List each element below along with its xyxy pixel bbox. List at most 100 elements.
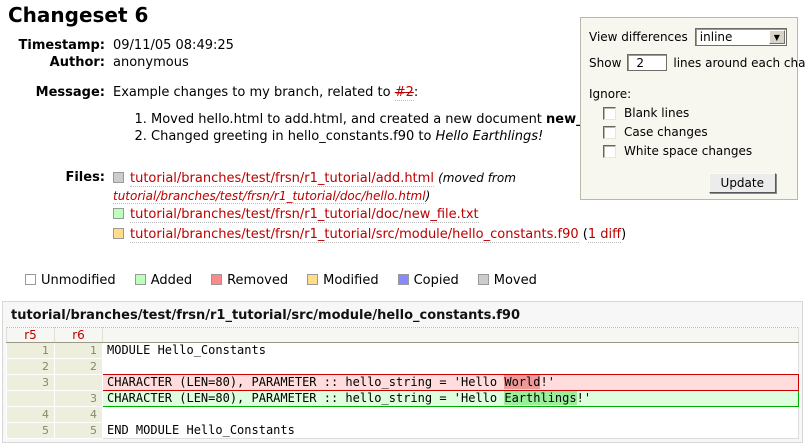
paren-close: ) <box>621 227 626 242</box>
new-revision-link[interactable]: r6 <box>72 328 85 342</box>
file-entry-added: tutorial/branches/test/frsn/r1_tutorial/… <box>113 206 626 224</box>
legend-label: Removed <box>227 273 288 288</box>
diff-file-header: tutorial/branches/test/frsn/r1_tutorial/… <box>3 302 802 327</box>
code-text: MODULE Hello_Constants <box>107 343 266 357</box>
author-value: anonymous <box>113 54 189 71</box>
old-lineno: 5 <box>7 423 55 439</box>
added-text-highlight: Earthlings <box>504 391 576 405</box>
timestamp-label: Timestamp: <box>8 37 105 54</box>
code-line-added: CHARACTER (LEN=80), PARAMETER :: hello_s… <box>103 391 799 407</box>
message-suffix: : <box>414 85 418 100</box>
legend-item-moved: Moved <box>478 274 537 288</box>
diff-code-header <box>103 328 799 343</box>
message-text: Example changes to my branch, related to <box>113 85 395 100</box>
change-note-item: Moved hello.html to add.html, and create… <box>151 111 631 128</box>
note-text: Changed greeting in hello_constants.f90 … <box>151 129 436 144</box>
new-lineno: 1 <box>55 343 103 359</box>
legend-label: Copied <box>414 273 459 288</box>
moved-swatch <box>478 274 489 285</box>
added-swatch <box>135 274 146 285</box>
old-lineno: 3 <box>7 375 55 391</box>
view-differences-select[interactable]: inline ▼ <box>695 28 787 46</box>
new-lineno: 3 <box>55 391 103 407</box>
commit-message: Example changes to my branch, related to… <box>113 84 631 101</box>
legend-item-removed: Removed <box>211 274 288 288</box>
select-value: inline <box>700 30 733 44</box>
blank-lines-option: Blank lines <box>603 106 789 120</box>
blank-lines-label: Blank lines <box>624 106 689 120</box>
case-changes-option: Case changes <box>603 125 789 139</box>
code-text: END MODULE Hello_Constants <box>107 423 295 437</box>
view-differences-row: View differences inline ▼ <box>589 28 789 46</box>
legend-item-added: Added <box>135 274 192 288</box>
context-lines-input[interactable] <box>627 54 667 71</box>
file-entry-modified: tutorial/branches/test/frsn/r1_tutorial/… <box>113 226 626 244</box>
case-changes-checkbox[interactable] <box>603 126 616 139</box>
legend-item-copied: Copied <box>398 274 459 288</box>
diff-row: 1 1 MODULE Hello_Constants <box>7 343 799 359</box>
diff-section: tutorial/branches/test/frsn/r1_tutorial/… <box>2 301 803 443</box>
diff-table: r5 r6 1 1 MODULE Hello_Constants 2 2 3 C… <box>6 327 799 439</box>
diff-options-panel: View differences inline ▼ Show lines aro… <box>580 17 798 200</box>
diff-legend: Unmodified Added Removed Modified Copied… <box>25 274 805 288</box>
note-close: ) <box>426 189 431 203</box>
legend-label: Added <box>151 273 192 288</box>
new-lineno <box>55 375 103 391</box>
diff-header-row: r5 r6 <box>7 328 799 343</box>
old-revision-link[interactable]: r5 <box>24 328 37 342</box>
code-line-removed: CHARACTER (LEN=80), PARAMETER :: hello_s… <box>103 375 799 391</box>
added-chip-icon <box>113 208 124 219</box>
file-list: tutorial/branches/test/frsn/r1_tutorial/… <box>113 169 626 244</box>
file-link-new-file-txt[interactable]: tutorial/branches/test/frsn/r1_tutorial/… <box>130 207 479 223</box>
copied-swatch <box>398 274 409 285</box>
note-greeting: Hello Earthlings! <box>436 129 544 144</box>
whitespace-changes-option: White space changes <box>603 144 789 158</box>
code-line: MODULE Hello_Constants <box>103 343 799 359</box>
message-label: Message: <box>8 84 105 101</box>
moved-from-note: (moved from <box>438 171 516 185</box>
diff-row: 5 5 END MODULE Hello_Constants <box>7 423 799 439</box>
case-changes-label: Case changes <box>624 125 708 139</box>
legend-label: Moved <box>494 273 537 288</box>
code-text: !' <box>540 375 554 389</box>
code-line: END MODULE Hello_Constants <box>103 423 799 439</box>
show-label: Show <box>589 56 621 70</box>
context-lines-row: Show lines around each change <box>589 54 789 71</box>
legend-item-modified: Modified <box>307 274 378 288</box>
old-lineno <box>7 391 55 407</box>
whitespace-changes-label: White space changes <box>624 144 752 158</box>
diff-row-added: 3 CHARACTER (LEN=80), PARAMETER :: hello… <box>7 391 799 407</box>
timestamp-value: 09/11/05 08:49:25 <box>113 37 234 54</box>
new-lineno: 5 <box>55 423 103 439</box>
file-link-hello-html[interactable]: tutorial/branches/test/frsn/r1_tutorial/… <box>113 189 426 204</box>
modified-chip-icon <box>113 228 124 239</box>
code-text: !' <box>577 391 591 405</box>
file-link-hello-constants[interactable]: tutorial/branches/test/frsn/r1_tutorial/… <box>130 227 579 243</box>
ignore-label: Ignore: <box>589 87 789 101</box>
removed-swatch <box>211 274 222 285</box>
new-revision-header: r6 <box>55 328 103 343</box>
author-label: Author: <box>8 54 105 71</box>
blank-lines-checkbox[interactable] <box>603 107 616 120</box>
note-text: Moved hello.html to add.html, and create… <box>151 112 546 127</box>
ticket-link[interactable]: #2 <box>395 85 414 101</box>
legend-label: Modified <box>323 273 378 288</box>
diff-row: 4 4 <box>7 407 799 423</box>
old-revision-header: r5 <box>7 328 55 343</box>
files-label: Files: <box>8 169 105 186</box>
whitespace-changes-checkbox[interactable] <box>603 145 616 158</box>
change-note-item: Changed greeting in hello_constants.f90 … <box>151 128 631 145</box>
new-lineno: 2 <box>55 359 103 375</box>
view-differences-label: View differences <box>589 30 688 44</box>
chevron-down-icon[interactable]: ▼ <box>769 30 785 44</box>
code-line <box>103 407 799 423</box>
code-text: CHARACTER (LEN=80), PARAMETER :: hello_s… <box>107 391 504 405</box>
file-link-add-html[interactable]: tutorial/branches/test/frsn/r1_tutorial/… <box>130 171 434 187</box>
moved-chip-icon <box>113 172 124 183</box>
file-entry-moved: tutorial/branches/test/frsn/r1_tutorial/… <box>113 169 626 204</box>
update-button[interactable]: Update <box>709 173 776 193</box>
diff-row-removed: 3 CHARACTER (LEN=80), PARAMETER :: hello… <box>7 375 799 391</box>
legend-label: Unmodified <box>41 273 116 288</box>
diff-count-link[interactable]: 1 diff <box>588 227 621 243</box>
removed-text-highlight: World <box>504 375 540 389</box>
